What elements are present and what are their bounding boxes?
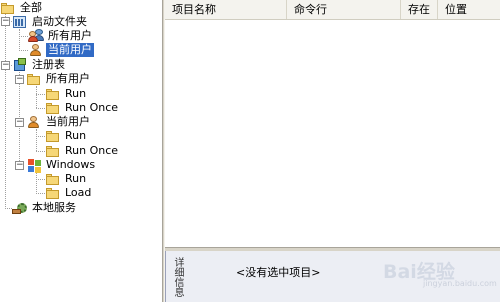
tree-line [36, 86, 37, 108]
tree-item-label: 启动文件夹 [32, 15, 87, 28]
column-header-item-name[interactable]: 项目名称 [165, 0, 287, 19]
tree-item-label: Load [65, 186, 92, 199]
tree-item-registry-current-user[interactable]: 当前用户 [26, 115, 92, 129]
tree-line [19, 50, 28, 51]
tree-line [19, 36, 28, 37]
user-icon [28, 43, 44, 57]
user-icon [26, 115, 42, 129]
column-header-exists[interactable]: 存在 [401, 0, 438, 19]
tree-item-label: 本地服务 [32, 201, 76, 214]
tree-item-label: 注册表 [32, 58, 65, 71]
users-icon [28, 29, 44, 43]
tree-line [36, 151, 45, 152]
column-header-location[interactable]: 位置 [438, 0, 500, 19]
tree-item-label: Run [65, 87, 87, 100]
folder-icon [45, 87, 61, 101]
tree-item-label-selected: 当前用户 [46, 43, 94, 57]
tree-item-startup-folder[interactable]: 启动文件夹 [12, 15, 89, 29]
collapse-icon[interactable]: − [1, 17, 10, 26]
tree-line [36, 94, 45, 95]
tree-item-label: 所有用户 [48, 29, 92, 42]
collapse-icon[interactable]: − [1, 61, 10, 70]
folder-icon [26, 72, 42, 86]
tree-item-startup-current-user[interactable]: 当前用户 [28, 43, 94, 57]
tree-panel[interactable]: − − − − − 全部 启动文件夹 所有用户 当前用户 注册表 所有用户 Ru… [0, 0, 162, 302]
tree-line [36, 108, 45, 109]
detail-message: <没有选中项目> [236, 266, 321, 279]
watermark: Bai经验 jingyan.baidu.com [383, 253, 497, 293]
tree-item-registry-current-user-run[interactable]: Run [45, 129, 88, 143]
tree-item-all[interactable]: 全部 [0, 1, 44, 15]
tree-line [36, 193, 45, 194]
tree-item-label: 全部 [20, 1, 42, 14]
watermark-subtext: jingyan.baidu.com [423, 279, 497, 288]
tree-line [5, 208, 12, 209]
tree-item-label: Windows [46, 158, 96, 171]
folder-icon [45, 172, 61, 186]
services-icon [12, 201, 28, 215]
windows-icon [26, 158, 42, 173]
item-list[interactable] [165, 20, 500, 247]
registry-icon [12, 58, 28, 72]
tree-item-startup-all-users[interactable]: 所有用户 [28, 29, 94, 43]
folder-icon [45, 144, 61, 158]
collapse-icon[interactable]: − [15, 161, 24, 170]
tree-item-registry-windows-load[interactable]: Load [45, 186, 93, 200]
tree-item-registry-all-users[interactable]: 所有用户 [26, 72, 92, 86]
folder-icon [45, 129, 61, 143]
tree-item-registry[interactable]: 注册表 [12, 58, 67, 72]
folder-icon [45, 186, 61, 200]
collapse-icon[interactable]: − [15, 118, 24, 127]
tree-item-label: Run Once [65, 144, 119, 157]
tree-item-registry-current-user-run-once[interactable]: Run Once [45, 144, 120, 158]
tree-item-local-services[interactable]: 本地服务 [12, 201, 78, 215]
list-header: 项目名称 命令行 存在 位置 [165, 0, 500, 20]
tree-item-label: Run [65, 172, 87, 185]
tree-item-label: 所有用户 [46, 72, 90, 85]
tree-line [36, 129, 37, 151]
collapse-icon[interactable]: − [15, 75, 24, 84]
tree-item-label: Run Once [65, 101, 119, 114]
tree-item-label: 当前用户 [46, 115, 90, 128]
tree-item-label: Run [65, 129, 87, 142]
detail-tab-label[interactable]: 详细信息 [169, 257, 183, 302]
tree-line [36, 172, 37, 194]
tree-item-registry-windows-run[interactable]: Run [45, 172, 88, 186]
tree-line [19, 29, 20, 51]
folder-icon [45, 101, 61, 115]
tree-line [36, 179, 45, 180]
tree-line [5, 14, 6, 209]
startup-folder-icon [12, 15, 28, 29]
folder-icon [0, 1, 16, 15]
column-header-command-line[interactable]: 命令行 [287, 0, 401, 19]
tree-item-registry-all-users-run[interactable]: Run [45, 87, 88, 101]
tree-line [36, 136, 45, 137]
tree-item-registry-all-users-run-once[interactable]: Run Once [45, 101, 120, 115]
tree-item-registry-windows[interactable]: Windows [26, 158, 97, 173]
